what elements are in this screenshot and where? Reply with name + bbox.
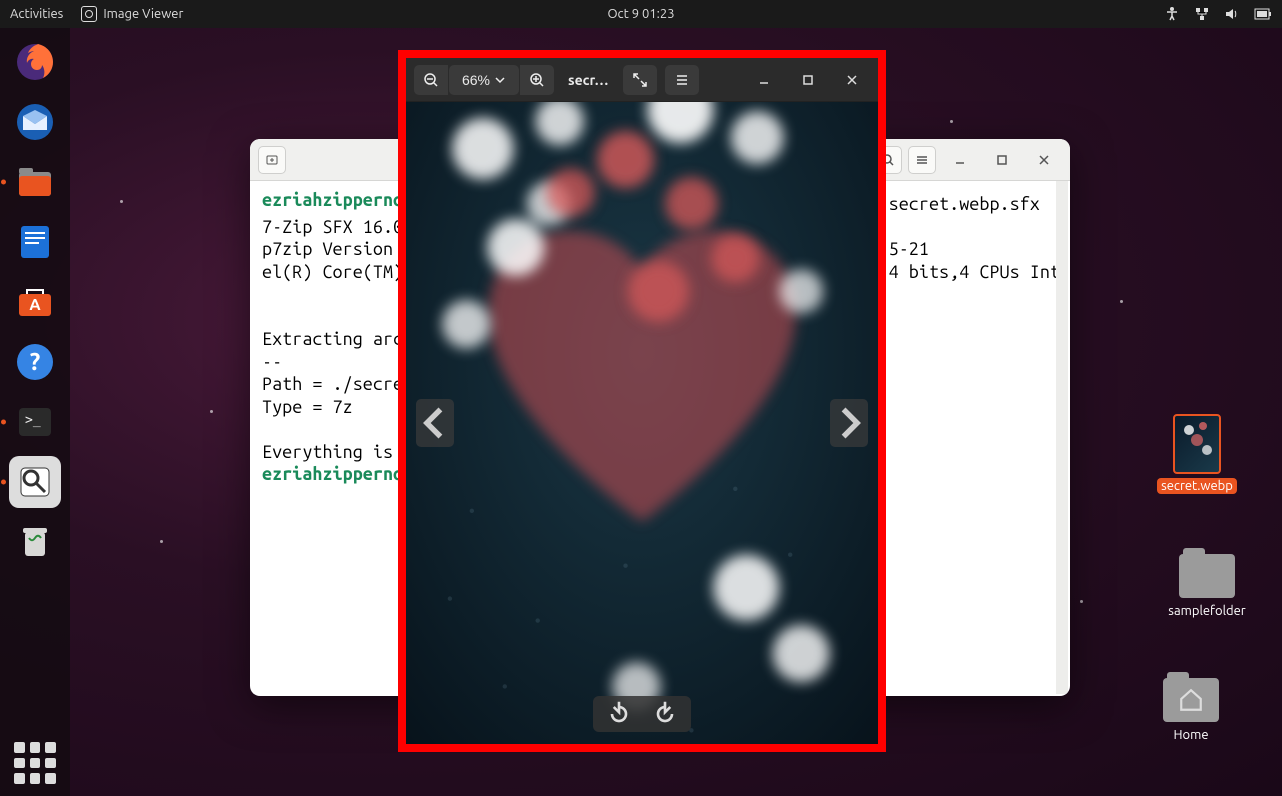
fullscreen-button[interactable]: [623, 65, 657, 95]
zoom-out-button[interactable]: [414, 65, 448, 95]
desktop-folder-sample[interactable]: samplefolder: [1162, 554, 1252, 618]
next-image-button[interactable]: [830, 399, 868, 447]
desktop-file-secret[interactable]: secret.webp: [1152, 414, 1242, 494]
minimize-button[interactable]: [942, 145, 978, 175]
desktop-home-label: Home: [1173, 728, 1208, 742]
network-icon[interactable]: [1194, 6, 1210, 22]
viewer-filename: secr…: [568, 72, 609, 88]
image-viewer-window-highlighted: 66% secr…: [398, 50, 886, 752]
dock-writer[interactable]: [9, 216, 61, 268]
zoom-level-label: 66%: [462, 72, 490, 88]
volume-icon[interactable]: [1224, 6, 1240, 22]
dock-image-viewer[interactable]: [9, 456, 61, 508]
dock-files[interactable]: [9, 156, 61, 208]
scrollbar[interactable]: [1056, 181, 1068, 694]
viewer-toolbar: 66% secr…: [406, 58, 878, 102]
svg-text:?: ?: [30, 348, 41, 375]
image-viewer-icon: [81, 6, 97, 22]
viewer-minimize-button[interactable]: [746, 65, 782, 95]
rotate-toolbar: [593, 696, 691, 732]
dock-terminal[interactable]: >_: [9, 396, 61, 448]
prev-image-button[interactable]: [416, 399, 454, 447]
top-bar: Activities Image Viewer Oct 9 01:23: [0, 0, 1282, 28]
viewer-menu-button[interactable]: [665, 65, 699, 95]
close-button[interactable]: [1026, 145, 1062, 175]
hamburger-menu[interactable]: [908, 146, 936, 174]
dock-firefox[interactable]: [9, 36, 61, 88]
zoom-level-dropdown[interactable]: 66%: [449, 65, 519, 95]
image-viewer-window: 66% secr…: [406, 58, 878, 744]
app-name-label: Image Viewer: [103, 7, 183, 21]
svg-text:A: A: [29, 296, 41, 314]
new-tab-button[interactable]: [258, 146, 286, 174]
activities-button[interactable]: Activities: [10, 7, 63, 21]
desktop-folder-label: samplefolder: [1168, 604, 1245, 618]
rotate-left-button[interactable]: [597, 700, 641, 728]
rotate-right-button[interactable]: [643, 700, 687, 728]
terminal-output-right: secret.webp.sfx 5-21 4 bits,4 CPUs Int: [889, 193, 1060, 283]
dock-help[interactable]: ?: [9, 336, 61, 388]
desktop-file-label: secret.webp: [1157, 478, 1237, 494]
zoom-in-button[interactable]: [520, 65, 554, 95]
viewer-image-area[interactable]: [406, 102, 878, 744]
dock-software[interactable]: A: [9, 276, 61, 328]
viewer-maximize-button[interactable]: [790, 65, 826, 95]
clock[interactable]: Oct 9 01:23: [607, 7, 674, 21]
current-app[interactable]: Image Viewer: [81, 6, 183, 22]
maximize-button[interactable]: [984, 145, 1020, 175]
desktop-home[interactable]: Home: [1146, 678, 1236, 742]
svg-text:>_: >_: [25, 413, 41, 428]
dock-trash[interactable]: [9, 516, 61, 568]
viewer-close-button[interactable]: [834, 65, 870, 95]
dock-thunderbird[interactable]: [9, 96, 61, 148]
accessibility-icon[interactable]: [1164, 6, 1180, 22]
battery-icon[interactable]: [1254, 8, 1272, 20]
show-applications[interactable]: [14, 742, 56, 784]
dock: A ? >_: [0, 28, 70, 796]
